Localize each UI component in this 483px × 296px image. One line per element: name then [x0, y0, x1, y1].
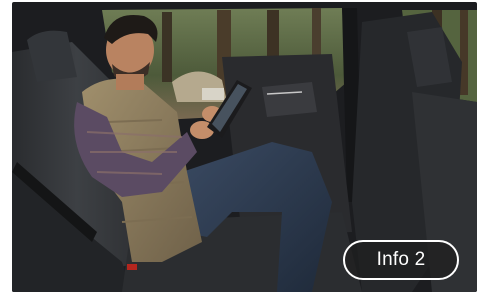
slide-frame: Info 2: [0, 0, 483, 296]
info-button-label: Info 2: [376, 249, 426, 270]
info-button[interactable]: Info 2: [343, 240, 459, 280]
